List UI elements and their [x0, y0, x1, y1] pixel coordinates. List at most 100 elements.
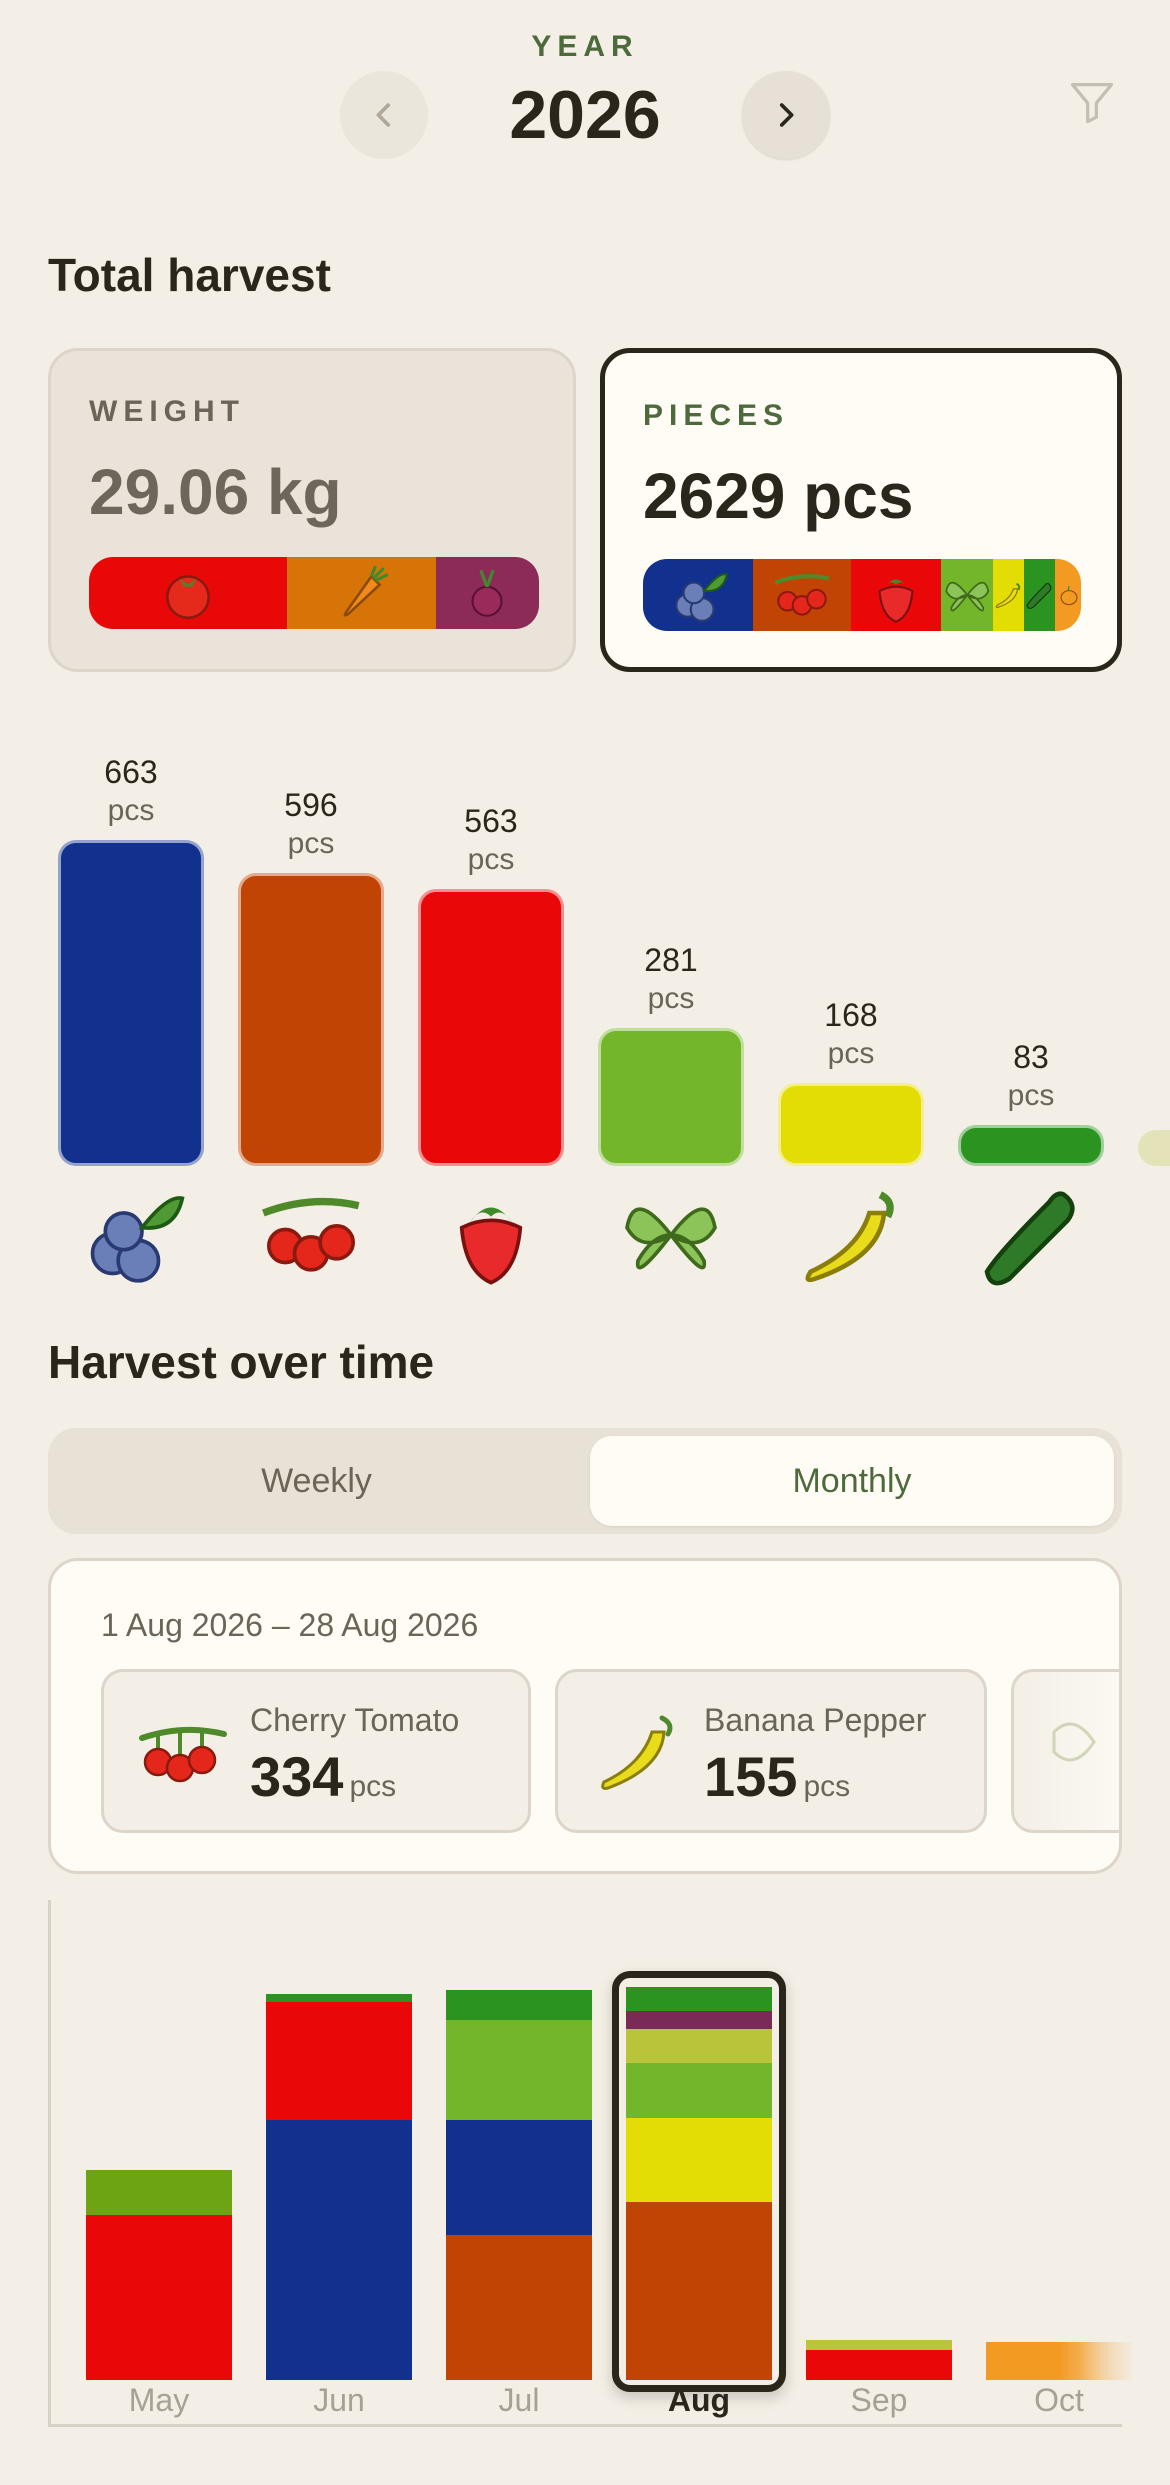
crop-bar-value: 563	[464, 803, 518, 840]
tab-weekly[interactable]: Weekly	[48, 1428, 585, 1534]
strip-segment	[993, 559, 1025, 631]
month-bar-segment[interactable]	[446, 2020, 592, 2120]
tab-monthly[interactable]: Monthly	[590, 1436, 1114, 1526]
next-year-button[interactable]	[742, 71, 830, 159]
month-bar-segment[interactable]	[266, 2120, 412, 2380]
crop-bar-icon	[76, 1180, 186, 1290]
banana-pepper-icon	[996, 582, 1021, 609]
weight-composition-strip	[89, 557, 539, 629]
tomato-icon	[166, 575, 210, 620]
previous-year-button[interactable]	[340, 71, 428, 159]
period-toggle: Weekly Monthly	[48, 1428, 1122, 1534]
mint-icon	[945, 581, 990, 612]
pieces-value: 2629 pcs	[643, 460, 914, 532]
crop-bar-icon	[796, 1180, 906, 1290]
monthly-harvest-chart: May Jun Jul Aug Sep Oct	[0, 1900, 1170, 2485]
mint-icon	[1052, 1722, 1096, 1762]
crop-bar[interactable]	[58, 840, 204, 1166]
month-bar-segment[interactable]	[806, 2340, 952, 2350]
crop-bar[interactable]	[418, 889, 564, 1166]
crop-bar-icon	[616, 1180, 726, 1290]
cucumber-icon	[1026, 582, 1052, 610]
pieces-card[interactable]: PIECES 2629 pcs	[600, 348, 1122, 672]
weight-label: WEIGHT	[89, 395, 245, 428]
banana-pepper-icon	[601, 1715, 673, 1790]
pieces-composition-strip	[643, 559, 1081, 631]
month-bar-segment[interactable]	[86, 2215, 232, 2380]
strip-segment	[643, 559, 753, 631]
period-item-value: 334 pcs	[250, 1745, 397, 1808]
strawberry-icon	[878, 579, 914, 623]
overflow-bar-hint	[1138, 1130, 1170, 1166]
crop-bar-value: 663	[104, 754, 158, 790]
month-label[interactable]: Jul	[444, 2382, 594, 2419]
crop-bar[interactable]	[238, 872, 384, 1166]
cucumber-icon	[984, 1191, 1075, 1286]
crop-bar-unit: pcs	[647, 981, 695, 1015]
banana-pepper-icon	[805, 1191, 894, 1283]
month-bar-segment[interactable]	[446, 1990, 592, 2020]
crop-bar-value: 596	[284, 786, 338, 823]
blueberry-icon	[675, 573, 728, 622]
crop-pieces-chart: 663 pcs 596 pcs 563 pcs 281 pcs 168 pcs 83 pcs	[0, 720, 1170, 1286]
period-item-cherry-tomato[interactable]: Cherry Tomato 334 pcs	[101, 1669, 531, 1833]
strawberry-icon	[459, 1207, 523, 1285]
month-bar-segment[interactable]	[266, 1994, 412, 2002]
crop-bar[interactable]	[778, 1083, 924, 1166]
period-item-value: 155 pcs	[704, 1745, 851, 1808]
month-label[interactable]: Aug	[624, 2382, 774, 2419]
crop-bar-value: 83	[1013, 1039, 1049, 1076]
crop-bar[interactable]	[598, 1027, 744, 1166]
cherry-tomato-icon	[262, 1197, 360, 1272]
filter-icon	[1070, 83, 1114, 124]
cherry-tomato-icon	[139, 1726, 227, 1783]
month-label[interactable]: Jun	[264, 2382, 414, 2419]
crop-bar-unit: pcs	[107, 794, 155, 827]
strip-segment	[940, 559, 994, 631]
month-bar-segment[interactable]	[86, 2170, 232, 2215]
period-item-overflow[interactable]	[1011, 1669, 1119, 1833]
selected-month-highlight	[612, 1971, 786, 2392]
period-item-name: Banana Pepper	[704, 1702, 927, 1738]
period-item-banana-pepper[interactable]: Banana Pepper 155 pcs	[555, 1669, 987, 1833]
month-bar-segment[interactable]	[806, 2350, 952, 2380]
harvest-over-time-title: Harvest over time	[48, 1336, 435, 1388]
month-label[interactable]: Sep	[804, 2382, 954, 2419]
mint-icon	[625, 1207, 717, 1270]
crop-bar-unit: pcs	[287, 826, 335, 860]
crop-bar-value: 168	[824, 997, 878, 1034]
month-label[interactable]: May	[84, 2382, 234, 2419]
strip-segment	[851, 559, 941, 631]
pumpkin-icon	[1060, 586, 1078, 606]
crop-bar-unit: pcs	[467, 843, 515, 877]
crop-bar-unit: pcs	[1007, 1079, 1055, 1113]
chevron-right-icon	[779, 103, 794, 127]
strip-segment	[89, 557, 287, 629]
month-bar-segment[interactable]	[446, 2120, 592, 2235]
month-bar-segment[interactable]	[446, 2235, 592, 2380]
month-bar-segment[interactable]	[266, 2002, 412, 2120]
weight-card[interactable]: WEIGHT 29.06 kg	[48, 348, 576, 672]
crop-bar-icon	[976, 1180, 1086, 1290]
total-harvest-title: Total harvest	[48, 249, 331, 301]
crop-bar-icon	[256, 1180, 366, 1290]
cherry-tomato-icon	[774, 574, 830, 616]
weight-value: 29.06 kg	[89, 456, 342, 528]
strip-segment	[287, 557, 436, 629]
pieces-label: PIECES	[643, 399, 790, 432]
strip-segment	[752, 559, 852, 631]
year-value: 2026	[509, 77, 661, 153]
beet-icon	[471, 569, 503, 617]
carrot-icon	[343, 565, 389, 617]
chevron-left-icon	[376, 103, 391, 127]
period-summary-card: 1 Aug 2026 – 28 Aug 2026 Cherry Tomato 3…	[48, 1558, 1122, 1874]
chart-fade-edge	[1080, 2330, 1170, 2390]
blueberry-icon	[90, 1196, 185, 1283]
strip-segment	[1024, 559, 1055, 631]
strip-segment	[1054, 559, 1081, 631]
crop-bar-value: 281	[644, 941, 698, 978]
filter-button[interactable]	[1066, 76, 1118, 128]
crop-bar[interactable]	[958, 1125, 1104, 1166]
strip-segment	[435, 557, 539, 629]
period-range: 1 Aug 2026 – 28 Aug 2026	[101, 1607, 479, 1643]
